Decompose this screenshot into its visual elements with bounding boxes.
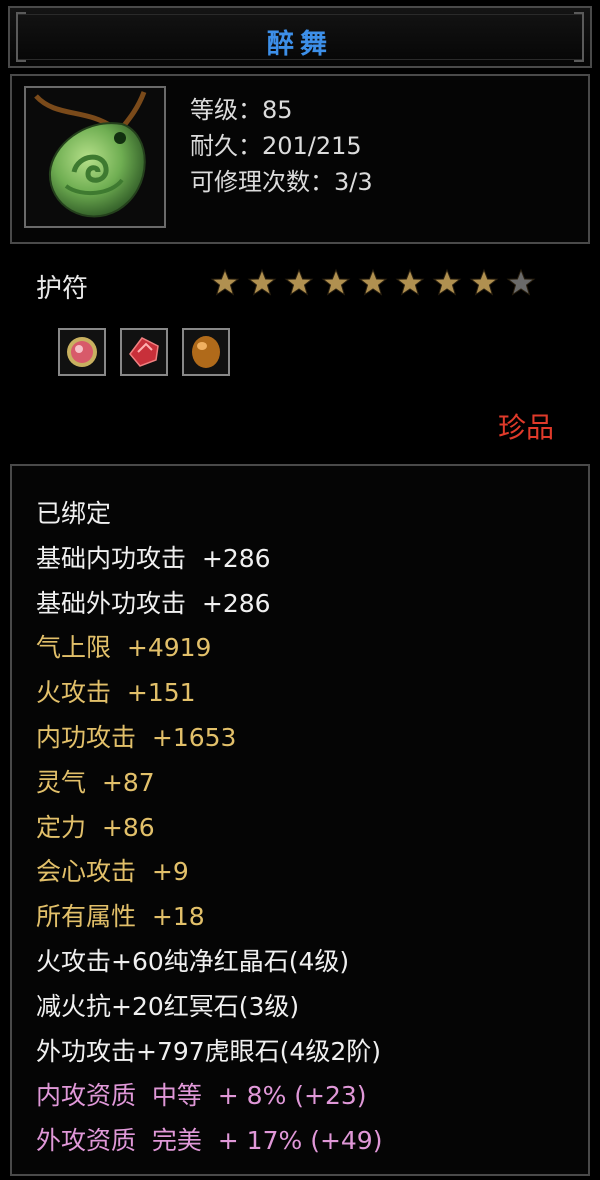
attribute-line: 气上限 +4919 (36, 633, 212, 663)
attribute-line: 内功攻击 +1653 (36, 723, 237, 752)
gem-slot-2[interactable] (120, 328, 168, 376)
title-bar: 醉舞 (8, 6, 592, 68)
star-filled-icon (469, 268, 499, 298)
item-rarity: 珍品 (497, 411, 554, 444)
attribute-line: 外功攻击+797虎眼石(4级2阶) (36, 1036, 381, 1066)
item-icon-slot[interactable] (24, 86, 166, 228)
attribute-line: 火攻击 +151 (36, 678, 196, 708)
star-filled-icon (432, 268, 462, 298)
star-filled-icon (210, 268, 240, 298)
attribute-line: 定力 +86 (36, 812, 155, 842)
item-tooltip: 醉舞 等级：85 耐久：201/215 可修理次数：3/3 护符 珍品 已绑定 … (0, 0, 600, 1180)
gem-slot-1[interactable] (58, 328, 106, 376)
pink-gem-icon (67, 337, 97, 367)
attribute-line: 外攻资质 完美 + 17% (+49) (36, 1126, 383, 1156)
bound-status: 已绑定 (36, 499, 112, 528)
attribute-line: 所有属性 +18 (36, 902, 205, 932)
item-repair-count: 可修理次数：3/3 (190, 168, 373, 196)
item-level: 等级：85 (190, 96, 293, 124)
jade-pendant-icon (34, 91, 147, 218)
red-crystal-icon (129, 337, 159, 367)
attribute-line: 内攻资质 中等 + 8% (+23) (36, 1081, 367, 1111)
star-empty-icon (506, 268, 536, 298)
attribute-line: 减火抗+20红冥石(3级) (36, 991, 300, 1021)
star-filled-icon (321, 268, 351, 298)
attribute-line: 基础外功攻击 +286 (36, 588, 271, 618)
gem-slot-3[interactable] (182, 328, 230, 376)
item-name: 醉舞 (267, 29, 333, 60)
star-filled-icon (247, 268, 277, 298)
item-durability: 耐久：201/215 (190, 132, 362, 160)
attribute-line: 基础内功攻击 +286 (36, 543, 271, 573)
star-filled-icon (395, 268, 425, 298)
star-filled-icon (284, 268, 314, 298)
amber-stone-icon (192, 336, 220, 368)
item-type: 护符 (36, 274, 89, 304)
attribute-line: 灵气 +87 (36, 767, 155, 797)
star-filled-icon (358, 268, 388, 298)
attribute-line: 火攻击+60纯净红晶石(4级) (36, 947, 350, 976)
attribute-line: 会心攻击 +9 (36, 857, 189, 887)
